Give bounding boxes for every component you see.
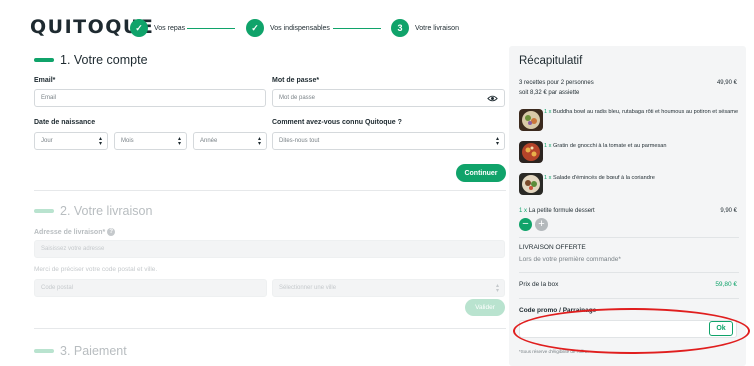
per-plate-price: soit 8,32 € par assiette: [519, 90, 580, 96]
select-value: Mois: [121, 138, 134, 144]
password-field[interactable]: Mot de passe: [272, 89, 505, 107]
address-label-text: Adresse de livraison*: [34, 228, 106, 236]
check-icon: ✓: [246, 19, 264, 37]
select-value: Jour: [41, 138, 53, 144]
step-delivery: 3 Votre livraison: [391, 19, 459, 37]
info-icon[interactable]: ?: [107, 228, 116, 236]
section-account-title: 1. Votre compte: [34, 53, 148, 67]
source-label: Comment avez-vous connu Quitoque ?: [272, 119, 402, 126]
item-name: Buddha bowl au radis bleu, rutabaga rôti…: [553, 109, 739, 115]
section-title-text: 1. Votre compte: [60, 53, 148, 67]
step-connector: [187, 28, 235, 29]
birth-year-select[interactable]: Année ▴ ▾: [193, 132, 267, 150]
divider: [34, 328, 506, 329]
dessert-line: 1 x La petite formule dessert: [519, 208, 595, 214]
free-delivery-subtitle: Lors de votre première commande*: [519, 256, 621, 263]
divider: [519, 272, 739, 273]
section-payment-title: 3. Paiement: [34, 344, 127, 358]
promo-code-input[interactable]: [519, 320, 737, 338]
section-delivery-title: 2. Votre livraison: [34, 204, 152, 218]
item-qty: 1 x: [544, 109, 552, 115]
box-price-label: Prix de la box: [519, 281, 559, 288]
postal-code-field[interactable]: Code postal: [34, 279, 267, 297]
recipe-thumbnail: [519, 109, 543, 131]
step-essentials[interactable]: ✓ Vos indispensables: [246, 19, 330, 37]
step-number: 3: [391, 19, 409, 37]
item-name: Gratin de gnocchi à la tomate et au parm…: [553, 143, 667, 149]
footnote: *Sous réserve d'éligibilité de l'offre.: [519, 349, 589, 354]
section-title-text: 3. Paiement: [60, 344, 127, 358]
divider: [34, 190, 506, 191]
validate-button[interactable]: Valider: [465, 299, 505, 316]
item-qty: 1 x: [544, 175, 552, 181]
item-qty: 1 x: [519, 208, 528, 214]
promo-code-label: Code promo / Parrainage: [519, 307, 597, 314]
source-select[interactable]: Dites-nous tout ▴ ▾: [272, 132, 505, 150]
order-summary: Récapitulatif 3 recettes pour 2 personne…: [509, 46, 746, 366]
item-name: La petite formule dessert: [528, 208, 595, 214]
city-placeholder: Sélectionner une ville: [279, 285, 337, 291]
check-icon: ✓: [130, 19, 148, 37]
recipe-thumbnail: [519, 141, 543, 163]
summary-item: 1 x Gratin de gnocchi à la tomate et au …: [544, 142, 739, 150]
birthdate-label: Date de naissance: [34, 119, 96, 126]
address-label: Adresse de livraison* ?: [34, 228, 116, 236]
box-price-value: 59,80 €: [715, 281, 737, 288]
updown-icon: ▴ ▾: [98, 136, 102, 147]
section-marker: [34, 209, 54, 213]
recipe-thumbnail: [519, 173, 543, 195]
updown-icon: ▴ ▾: [495, 283, 499, 294]
recipes-price: 49,90 €: [716, 80, 737, 86]
continue-button[interactable]: Continuer: [456, 164, 506, 182]
updown-icon: ▴ ▾: [177, 136, 181, 147]
section-title-text: 2. Votre livraison: [60, 204, 153, 218]
decrease-button[interactable]: −: [519, 218, 532, 231]
password-placeholder: Mot de passe: [279, 95, 316, 101]
step-label: Votre livraison: [415, 24, 459, 32]
item-qty: 1 x: [544, 143, 552, 149]
step-meals[interactable]: ✓ Vos repas: [130, 19, 185, 37]
updown-icon: ▴ ▾: [495, 136, 499, 147]
summary-title: Récapitulatif: [519, 55, 583, 67]
eye-icon[interactable]: [487, 93, 498, 104]
birth-month-select[interactable]: Mois ▴ ▾: [114, 132, 187, 150]
email-placeholder: Email: [41, 95, 57, 101]
city-select[interactable]: Sélectionner une ville ▴ ▾: [272, 279, 505, 297]
step-label: Vos indispensables: [270, 24, 330, 32]
promo-ok-button[interactable]: Ok: [709, 321, 733, 336]
address-field[interactable]: Saisissez votre adresse: [34, 240, 505, 258]
divider: [519, 298, 739, 299]
recipes-line: 3 recettes pour 2 personnes: [519, 80, 594, 86]
item-name: Salade d'émincés de bœuf à la coriandre: [553, 175, 655, 181]
select-value: Dites-nous tout: [279, 138, 320, 144]
postal-placeholder: Code postal: [41, 285, 74, 291]
address-hint: Merci de préciser votre code postal et v…: [34, 266, 158, 273]
updown-icon: ▴ ▾: [257, 136, 261, 147]
increase-button[interactable]: +: [535, 218, 548, 231]
summary-item: 1 x Salade d'émincés de bœuf à la corian…: [544, 174, 739, 182]
free-delivery-title: LIVRAISON OFFERTE: [519, 244, 586, 251]
step-label: Vos repas: [154, 24, 186, 32]
email-field[interactable]: Email: [34, 89, 266, 107]
password-label: Mot de passe*: [272, 77, 320, 84]
step-connector: [333, 28, 381, 29]
section-marker: [34, 349, 54, 353]
checkout-header: QUITOQUE ✓ Vos repas ✓ Vos indispensable…: [0, 0, 754, 46]
divider: [519, 237, 739, 238]
email-label: Email*: [34, 77, 56, 84]
birth-day-select[interactable]: Jour ▴ ▾: [34, 132, 108, 150]
summary-item: 1 x Buddha bowl au radis bleu, rutabaga …: [544, 108, 739, 116]
section-marker: [34, 58, 54, 62]
address-placeholder: Saisissez votre adresse: [41, 246, 105, 252]
select-value: Année: [200, 138, 218, 144]
dessert-price: 9,90 €: [720, 208, 737, 214]
